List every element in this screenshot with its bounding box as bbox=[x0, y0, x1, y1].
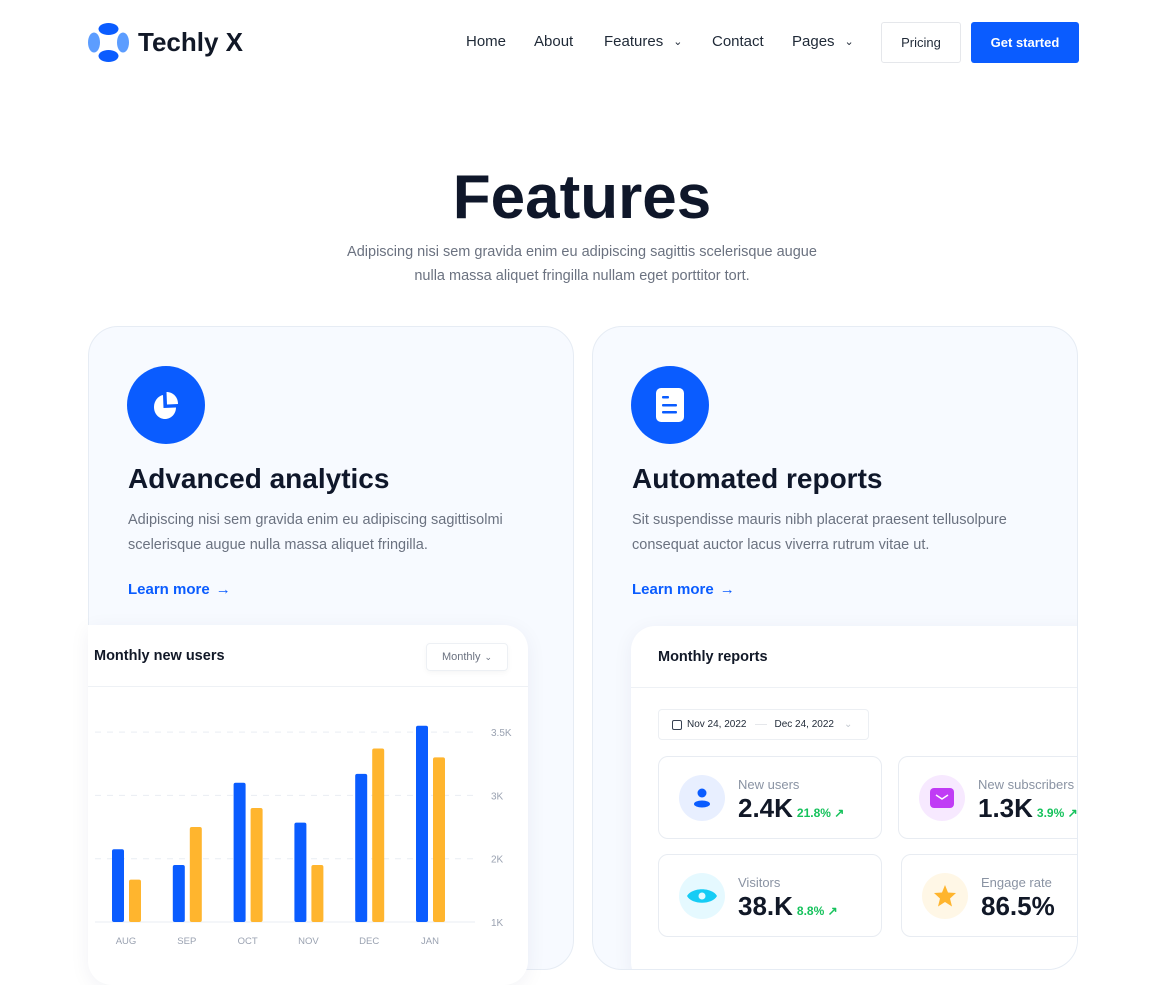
eye-icon bbox=[679, 873, 725, 919]
user-icon bbox=[679, 775, 725, 821]
x-tick-label: SEP bbox=[177, 936, 196, 947]
bar-dec-series2 bbox=[372, 748, 385, 922]
stat-label: New subscribers bbox=[978, 777, 1075, 792]
date-range-picker[interactable]: Nov 24, 2022 Dec 24, 2022 ⌄ bbox=[658, 709, 869, 740]
bar-jan-series2 bbox=[433, 757, 445, 922]
stat-card-new-users: New users 2.4K 21.8% ↗ bbox=[658, 756, 882, 839]
x-tick-label: OCT bbox=[238, 936, 258, 947]
x-tick-label: DEC bbox=[359, 936, 379, 947]
widget-title: Monthly reports bbox=[658, 649, 768, 665]
stat-label: New users bbox=[738, 777, 800, 792]
date-from: Nov 24, 2022 bbox=[687, 719, 747, 730]
learn-more-label: Learn more bbox=[632, 581, 714, 598]
card-title: Automated reports bbox=[632, 463, 883, 494]
stat-change: 8.8% ↗ bbox=[796, 904, 838, 918]
stat-value: 1.3K 3.9% ↗ bbox=[978, 793, 1078, 824]
date-separator bbox=[754, 724, 767, 725]
bar-nov-series1 bbox=[294, 822, 307, 922]
stat-value: 86.5% bbox=[981, 891, 1055, 922]
x-tick-label: AUG bbox=[116, 936, 137, 947]
stat-value: 2.4K 21.8% ↗ bbox=[738, 793, 844, 824]
monthly-reports-widget: Monthly reports Nov 24, 2022 Dec 24, 202… bbox=[631, 626, 1078, 969]
stat-card-new-subscribers: New subscribers 1.3K 3.9% ↗ bbox=[898, 756, 1078, 839]
arrow-right-icon: → bbox=[719, 581, 735, 598]
bar-dec-series1 bbox=[355, 773, 368, 922]
x-tick-label: NOV bbox=[298, 936, 319, 947]
stat-card-engage-rate: Engage rate 86.5% bbox=[901, 854, 1077, 937]
x-tick-label: JAN bbox=[421, 936, 439, 947]
y-tick-label: 3.5K bbox=[491, 728, 512, 739]
bar-aug-series1 bbox=[112, 849, 124, 922]
feature-card-reports: Automated reports Sit suspendisse mauris… bbox=[592, 326, 1078, 970]
bar-sep-series2 bbox=[189, 827, 202, 922]
card-description: Sit suspendisse mauris nibh placerat pra… bbox=[632, 512, 1007, 553]
bar-oct-series2 bbox=[250, 808, 263, 922]
stat-value: 38.K 8.8% ↗ bbox=[738, 891, 838, 922]
document-icon bbox=[631, 366, 709, 444]
stat-card-visitors: Visitors 38.K 8.8% ↗ bbox=[658, 854, 882, 937]
y-tick-label: 3K bbox=[491, 791, 504, 802]
learn-more-link[interactable]: Learn more → bbox=[632, 581, 735, 598]
calendar-icon bbox=[672, 719, 682, 730]
stat-number: 86.5% bbox=[981, 891, 1055, 921]
divider bbox=[631, 687, 1077, 688]
bar-aug-series2 bbox=[129, 879, 141, 922]
chevron-down-icon: ⌄ bbox=[844, 719, 853, 730]
stat-label: Engage rate bbox=[981, 875, 1052, 890]
star-icon bbox=[922, 873, 968, 919]
bar-sep-series1 bbox=[172, 865, 185, 922]
stat-label: Visitors bbox=[738, 875, 781, 890]
stat-number: 38.K bbox=[738, 891, 793, 921]
stat-number: 1.3K bbox=[978, 793, 1033, 823]
y-tick-label: 2K bbox=[491, 855, 504, 866]
stat-change: 3.9% ↗ bbox=[1036, 806, 1078, 820]
date-to: Dec 24, 2022 bbox=[774, 719, 835, 730]
bar-jan-series1 bbox=[416, 725, 428, 922]
mail-icon bbox=[919, 775, 965, 821]
y-tick-label: 1K bbox=[491, 918, 504, 929]
bar-oct-series1 bbox=[233, 782, 246, 922]
stat-number: 2.4K bbox=[738, 793, 793, 823]
stat-change: 21.8% ↗ bbox=[796, 806, 845, 820]
bar-nov-series2 bbox=[311, 865, 324, 922]
